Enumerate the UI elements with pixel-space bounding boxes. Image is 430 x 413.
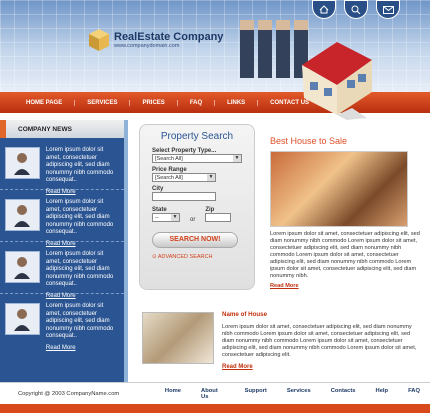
nav-links[interactable]: LINKS bbox=[215, 99, 259, 106]
chevron-down-icon: ▼ bbox=[171, 214, 179, 221]
chevron-down-icon: ▼ bbox=[207, 174, 215, 181]
person-icon bbox=[14, 153, 31, 175]
advanced-search-label: ADVANCED SEARCH bbox=[157, 254, 213, 260]
nav-faq[interactable]: FAQ bbox=[178, 99, 216, 106]
footer-link-about[interactable]: About Us bbox=[191, 388, 235, 400]
best-house-read-more[interactable]: Read More bbox=[270, 283, 420, 290]
search-now-button[interactable]: SEARCH NOW! bbox=[152, 232, 238, 248]
property-type-select[interactable]: [Search All] ▼ bbox=[152, 154, 242, 163]
or-text: or bbox=[190, 217, 196, 223]
copyright-text: Copyright @ 2003 CompanyName.com bbox=[18, 390, 120, 397]
footer-link-contacts[interactable]: Contacts bbox=[321, 388, 366, 400]
news-read-more[interactable]: Read More bbox=[46, 241, 119, 249]
nav-prices[interactable]: PRICES bbox=[130, 99, 178, 106]
house-illustration bbox=[302, 42, 372, 120]
property-type-value: [Search All] bbox=[155, 155, 183, 162]
person-icon bbox=[14, 309, 31, 331]
property-search-title: Property Search bbox=[160, 131, 234, 142]
nav-home[interactable]: HOME PAGE bbox=[14, 99, 76, 106]
house-name-title: Name of House bbox=[222, 311, 268, 318]
best-house-photo bbox=[270, 151, 408, 227]
news-thumbnail bbox=[5, 147, 40, 179]
best-house-text: Lorem ipsum dolor sit amet, consectetuer… bbox=[270, 231, 420, 279]
news-text: Lorem ipsum dolor sit amet, consectetuer… bbox=[45, 199, 114, 235]
property-search-box: Property Search Select Property Type... … bbox=[139, 124, 255, 290]
footer-link-support[interactable]: Support bbox=[235, 388, 277, 400]
company-news-title: COMPANY NEWS bbox=[0, 120, 124, 138]
logo-title: RealEstate Company bbox=[114, 31, 224, 43]
news-read-more[interactable]: Read More bbox=[46, 293, 119, 301]
company-news-panel: COMPANY NEWS Lorem ipsum dolor sit amet,… bbox=[0, 120, 128, 382]
house-thumbnail-photo bbox=[142, 312, 214, 364]
best-house-section: Best House to Sale Lorem ipsum dolor sit… bbox=[270, 136, 420, 290]
news-item: Lorem ipsum dolor sit amet, consectetuer… bbox=[0, 190, 124, 247]
top-icon-bar bbox=[312, 0, 400, 19]
zip-input[interactable] bbox=[205, 213, 232, 222]
city-input[interactable] bbox=[152, 192, 216, 201]
cube-logo-icon bbox=[89, 29, 109, 51]
advanced-search-link[interactable]: ⊙ ADVANCED SEARCH bbox=[152, 254, 242, 260]
house-read-more[interactable]: Read More bbox=[222, 364, 418, 370]
logo[interactable]: RealEstate Company www.companydomain.com bbox=[88, 28, 223, 52]
footer-link-help[interactable]: Help bbox=[366, 388, 399, 400]
news-item: Lorem ipsum dolor sit amet, consectetuer… bbox=[0, 242, 124, 299]
news-item: Lorem ipsum dolor sit amet, consectetuer… bbox=[0, 138, 124, 195]
house-feature: Name of House Lorem ipsum dolor sit amet… bbox=[222, 311, 418, 370]
news-thumbnail bbox=[5, 199, 40, 231]
logo-url: www.companydomain.com bbox=[114, 43, 180, 49]
news-read-more[interactable]: Read More bbox=[46, 345, 119, 353]
price-range-value: [Search All] bbox=[155, 174, 183, 181]
person-icon bbox=[14, 205, 31, 227]
mail-icon[interactable] bbox=[376, 0, 400, 19]
footer: Copyright @ 2003 CompanyName.com Home Ab… bbox=[0, 382, 430, 404]
home-icon[interactable] bbox=[312, 0, 336, 19]
news-thumbnail bbox=[5, 251, 40, 283]
news-read-more[interactable]: Read More bbox=[46, 189, 119, 197]
footer-link-home[interactable]: Home bbox=[155, 388, 191, 400]
house-text: Lorem ipsum dolor sit amet, consectetuer… bbox=[222, 324, 417, 358]
chevron-down-icon: ▼ bbox=[233, 155, 241, 162]
news-text: Lorem ipsum dolor sit amet, consectetuer… bbox=[45, 303, 114, 339]
search-icon[interactable] bbox=[344, 0, 368, 19]
footer-nav: Home About Us Support Services Contacts … bbox=[155, 388, 430, 400]
news-text: Lorem ipsum dolor sit amet, consectetuer… bbox=[45, 147, 114, 183]
footer-link-faq[interactable]: FAQ bbox=[398, 388, 430, 400]
state-select[interactable]: -- ▼ bbox=[152, 213, 180, 222]
price-range-select[interactable]: [Search All] ▼ bbox=[152, 173, 216, 182]
nav-services[interactable]: SERVICES bbox=[75, 99, 131, 106]
news-item: Lorem ipsum dolor sit amet, consectetuer… bbox=[0, 294, 124, 351]
news-thumbnail bbox=[5, 303, 40, 335]
best-house-title: Best House to Sale bbox=[270, 136, 348, 146]
footer-link-services[interactable]: Services bbox=[277, 388, 321, 400]
person-icon bbox=[14, 257, 31, 279]
news-text: Lorem ipsum dolor sit amet, consectetuer… bbox=[45, 251, 114, 287]
state-value: -- bbox=[155, 214, 159, 221]
footer-accent-bar bbox=[0, 404, 430, 413]
